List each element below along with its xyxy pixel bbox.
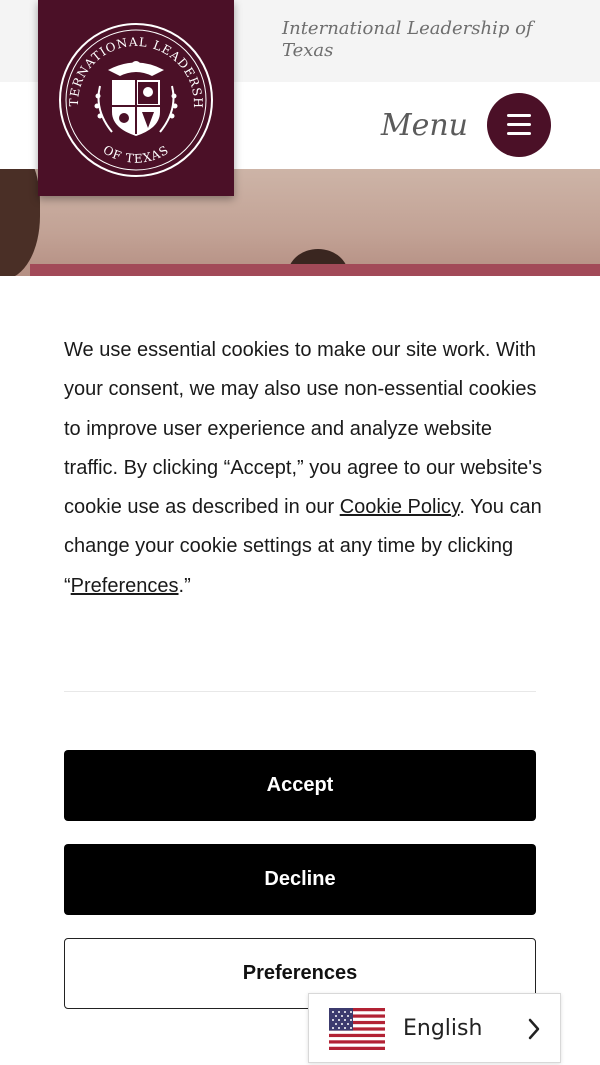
hamburger-icon (507, 114, 531, 117)
accept-button[interactable]: Accept (64, 750, 536, 821)
hero-person (0, 169, 40, 276)
divider (64, 691, 536, 692)
organization-name: International Leadership of Texas (282, 18, 533, 61)
decline-button[interactable]: Decline (64, 844, 536, 915)
language-label: English (403, 1016, 483, 1041)
hamburger-icon-bar (507, 123, 531, 126)
seal-icon: INTERNATIONAL LEADERSHIP OF TEXAS (32, 0, 213, 177)
site-logo[interactable]: INTERNATIONAL LEADERSHIP OF TEXAS (32, 0, 234, 196)
us-flag-icon (329, 1008, 385, 1050)
cookie-policy-link[interactable]: Cookie Policy (340, 496, 460, 518)
cookie-text-part1: We use essential cookies to make our sit… (64, 339, 543, 519)
language-selector[interactable]: English (308, 993, 561, 1063)
svg-text:OF TEXAS: OF TEXAS (101, 143, 172, 166)
chevron-right-icon (528, 1018, 540, 1040)
preferences-link[interactable]: Preferences (71, 575, 179, 597)
menu-button[interactable] (487, 93, 551, 157)
cookie-text-part3: .” (178, 574, 191, 597)
menu-label[interactable]: Menu (381, 106, 468, 146)
cookie-consent-text: We use essential cookies to make our sit… (64, 331, 544, 606)
hero-background-detail (30, 264, 600, 276)
hamburger-icon-bar (507, 132, 531, 135)
seal-text-bottom: OF TEXAS (101, 143, 171, 166)
